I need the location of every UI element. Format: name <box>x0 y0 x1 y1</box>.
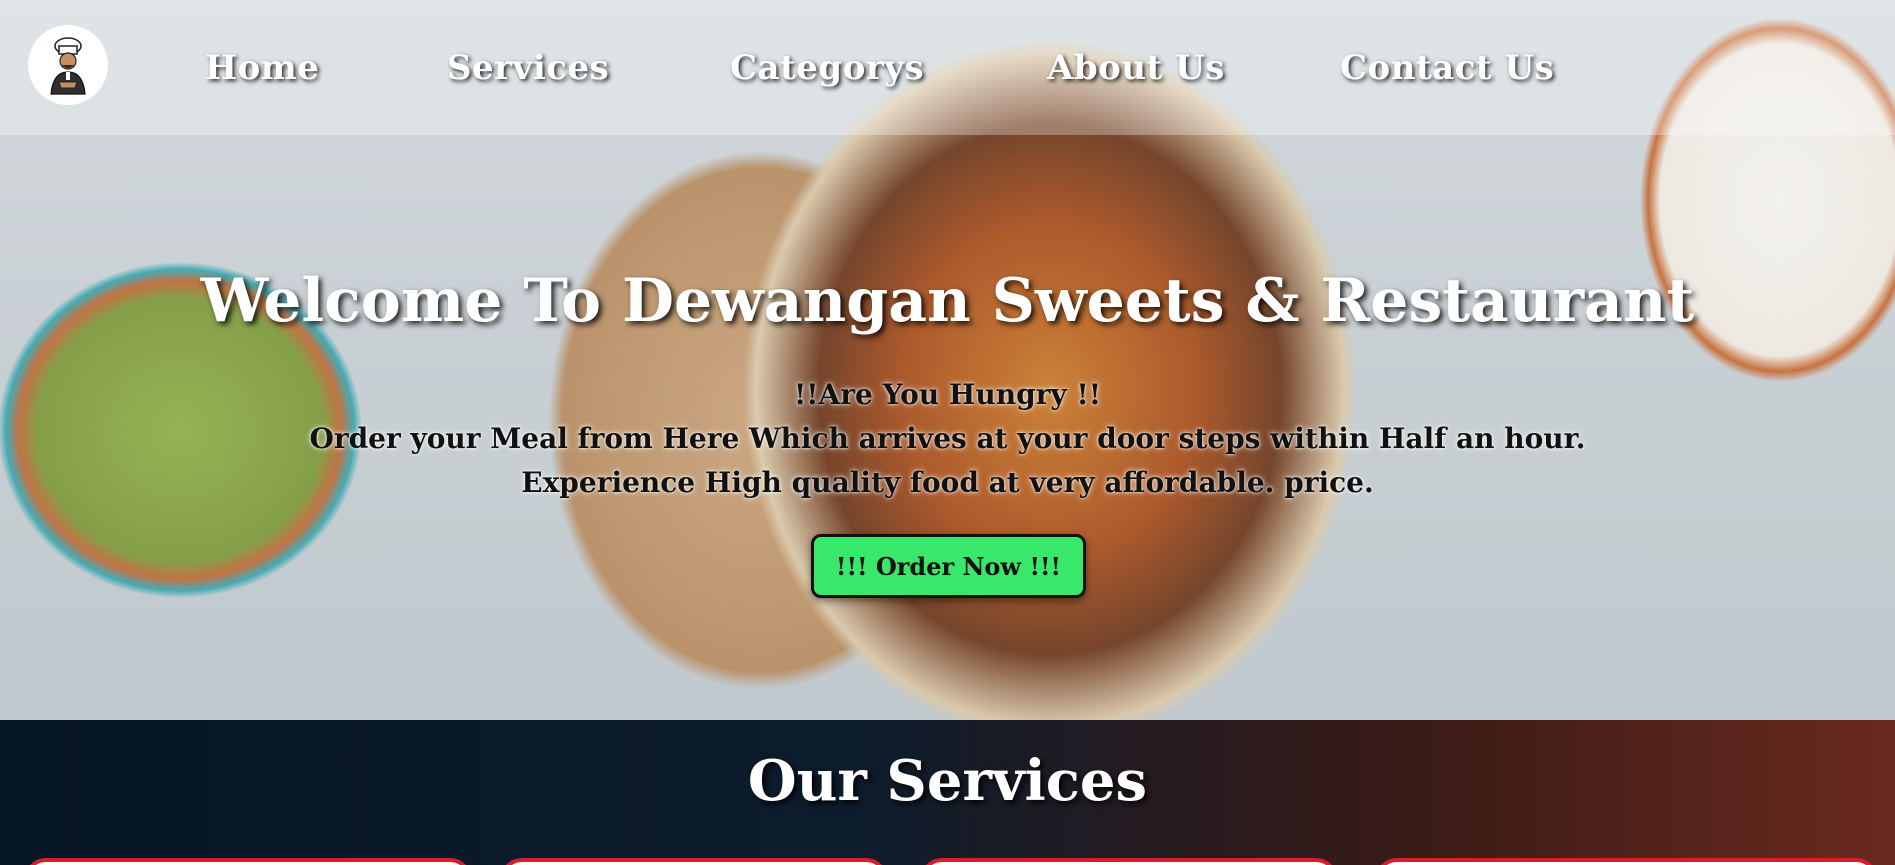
navbar: Home Services Categorys About Us Contact… <box>0 0 1895 135</box>
page: Home Services Categorys About Us Contact… <box>0 0 1895 865</box>
hero-title: Welcome To Dewangan Sweets & Restaurant <box>200 266 1695 336</box>
nav-about-us[interactable]: About Us <box>1047 48 1225 88</box>
hero-tagline: !!Are You Hungry !! <box>793 378 1102 411</box>
hero-section: Home Services Categorys About Us Contact… <box>0 0 1895 720</box>
hero-line-delivery: Order your Meal from Here Which arrives … <box>309 422 1586 455</box>
service-card[interactable] <box>24 858 472 865</box>
service-card[interactable] <box>500 858 888 865</box>
chef-logo[interactable] <box>28 25 108 105</box>
order-now-button[interactable]: !!! Order Now !!! <box>811 534 1086 598</box>
services-section: Our Services <box>0 720 1895 865</box>
services-title: Our Services <box>747 748 1148 814</box>
nav-contact-us[interactable]: Contact Us <box>1340 48 1554 88</box>
nav-home[interactable]: Home <box>205 48 319 88</box>
service-card[interactable] <box>920 858 1338 865</box>
nav-categorys[interactable]: Categorys <box>730 48 924 88</box>
chef-logo-icon <box>50 37 86 95</box>
hero-line-quality: Experience High quality food at very aff… <box>521 466 1374 499</box>
nav-services[interactable]: Services <box>447 48 609 88</box>
service-card[interactable] <box>1375 858 1878 865</box>
